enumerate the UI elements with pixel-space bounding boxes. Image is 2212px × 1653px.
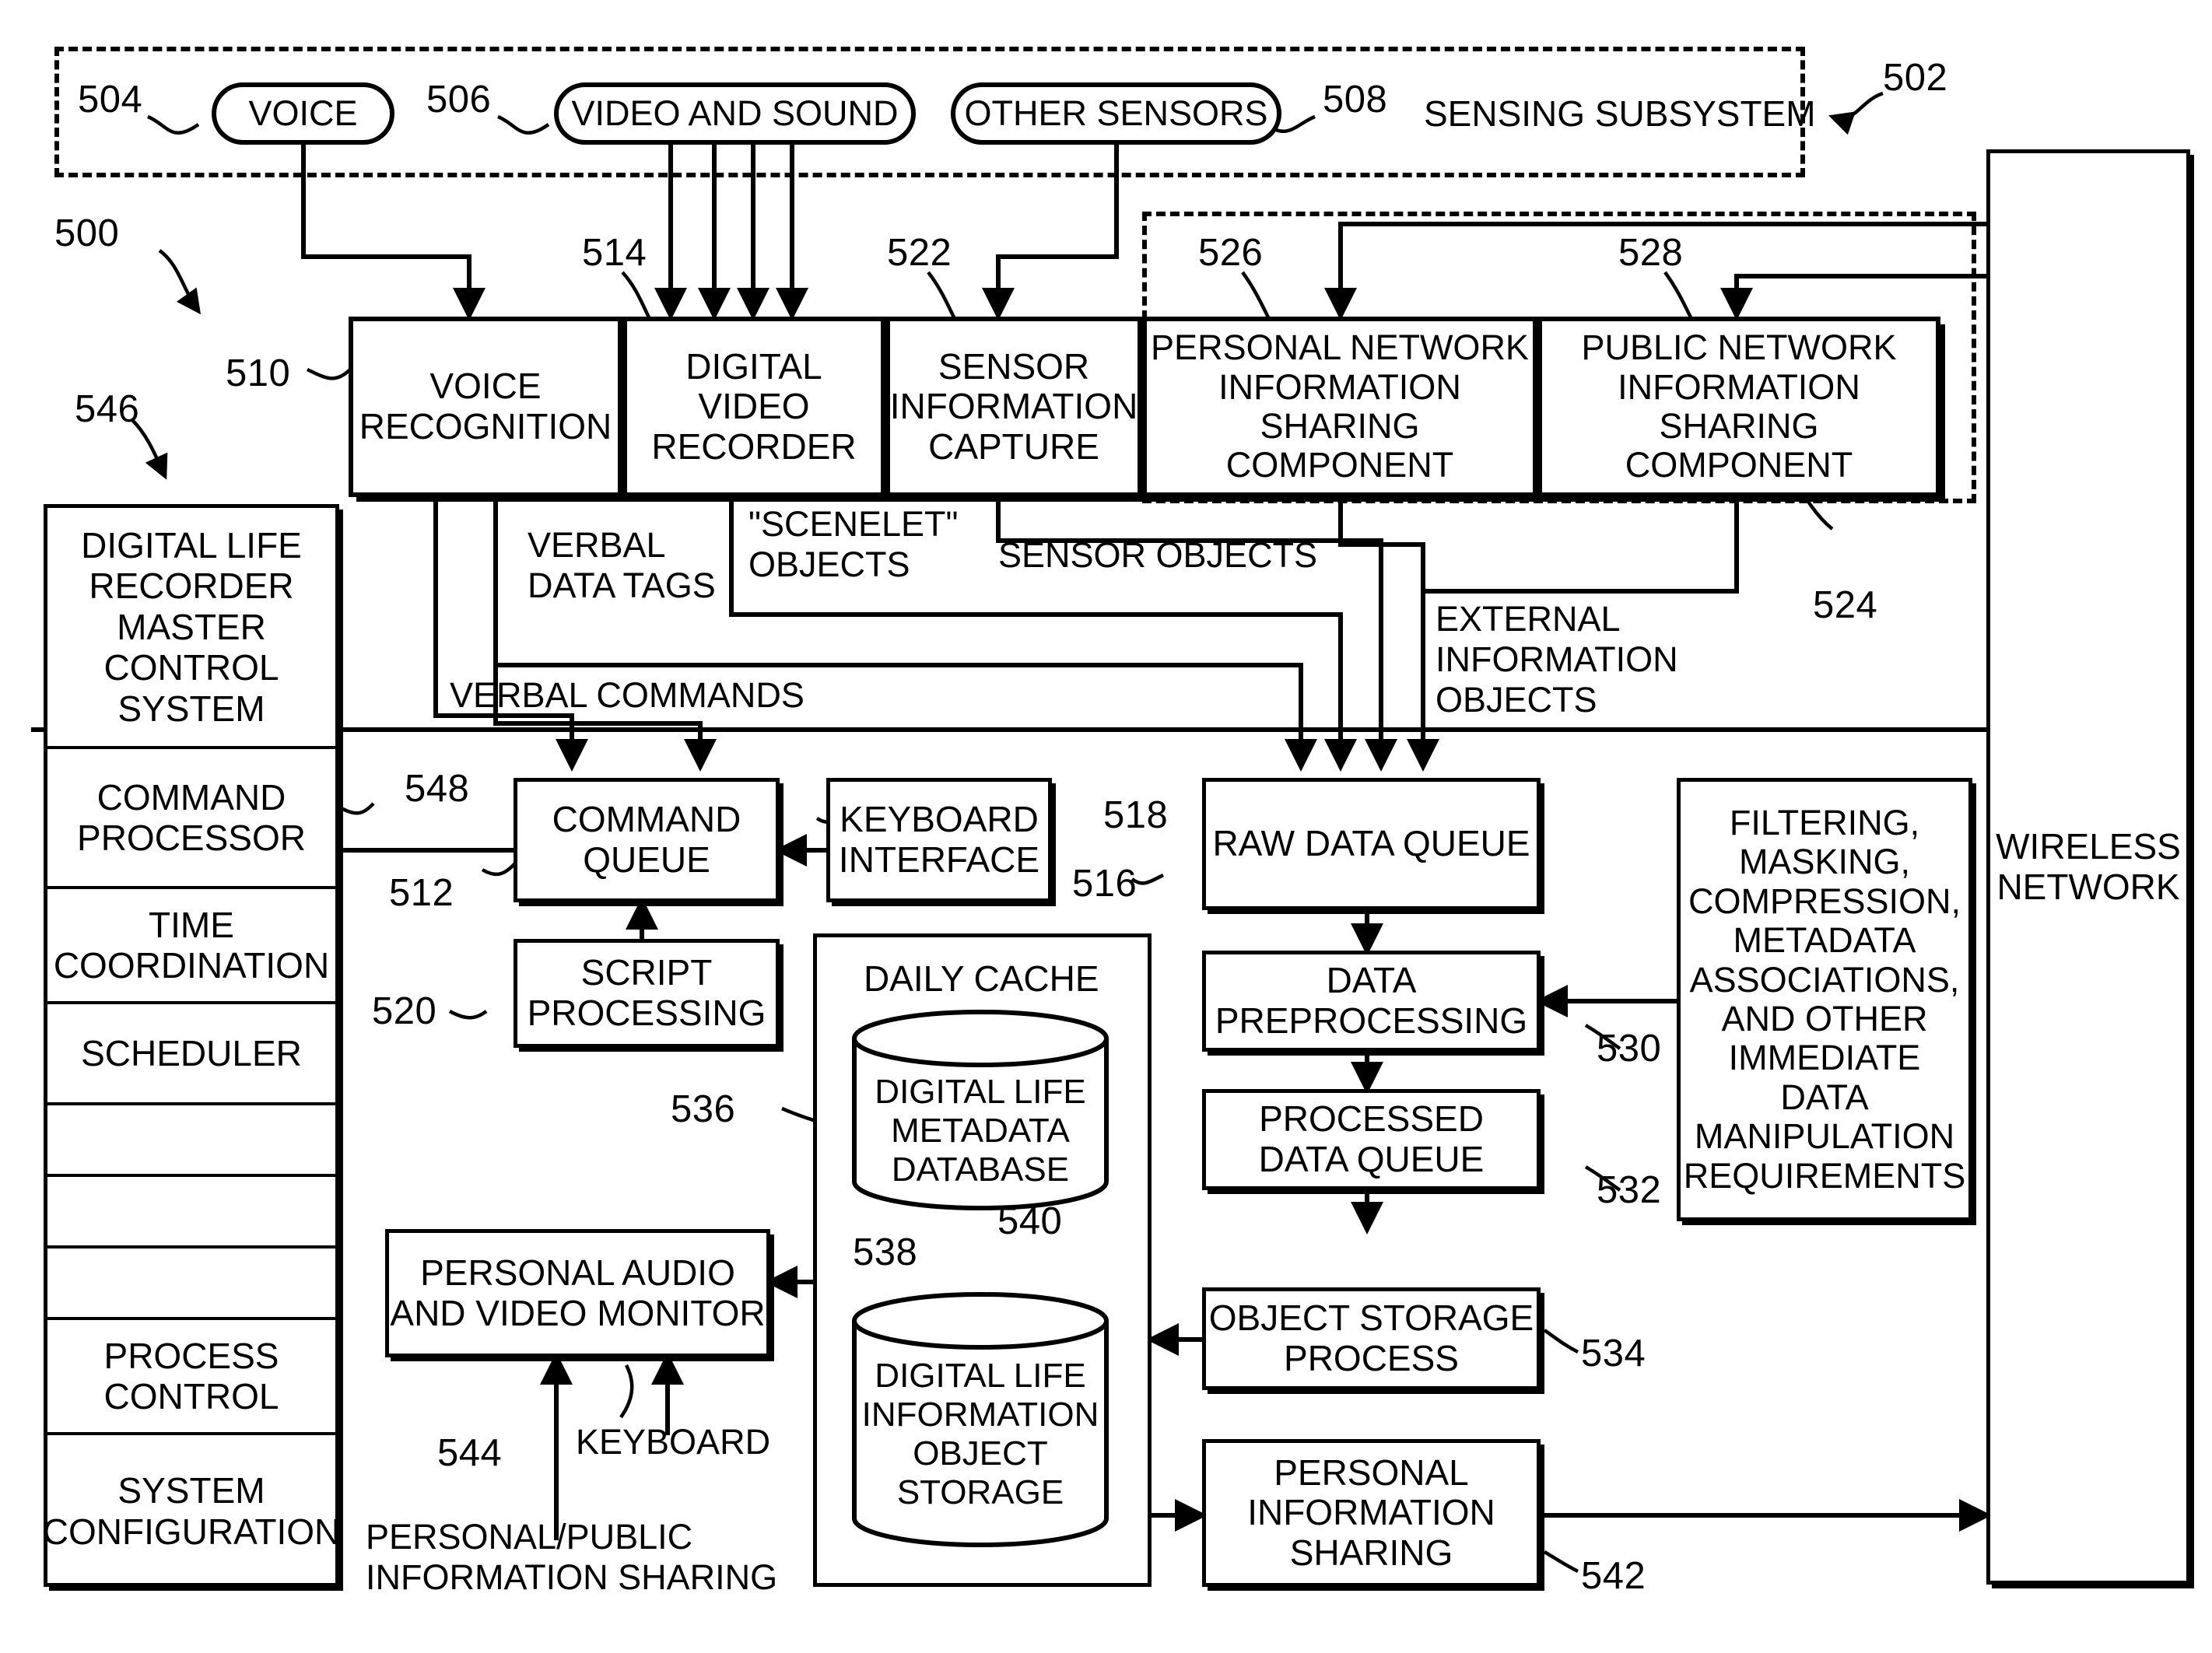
sensing-subsystem-label: SENSING SUBSYSTEM <box>1424 93 1816 134</box>
ref-526: 526 <box>1198 232 1264 274</box>
ref-508: 508 <box>1323 79 1388 121</box>
command-processor-label: COMMAND PROCESSOR <box>77 776 306 858</box>
component-personal-network-label: PERSONAL NETWORK INFORMATION SHARING COM… <box>1151 327 1529 485</box>
ref-536: 536 <box>671 1088 736 1130</box>
component-digital-video-recorder[interactable]: DIGITAL VIDEO RECORDER <box>622 317 885 497</box>
master-control-row-system-configuration[interactable]: SYSTEM CONFIGURATION <box>43 1435 340 1587</box>
object-storage-label: DIGITAL LIFE INFORMATION OBJECT STORAGE <box>861 1357 1099 1512</box>
ref-542: 542 <box>1581 1555 1646 1597</box>
component-sensor-information-capture-label: SENSOR INFORMATION CAPTURE <box>889 345 1138 467</box>
metadata-database-label: DIGITAL LIFE METADATA DATABASE <box>875 1073 1086 1189</box>
scheduler-label: SCHEDULER <box>81 1032 302 1073</box>
patent-figure: VOICE VIDEO AND SOUND OTHER SENSORS SENS… <box>0 0 2212 1653</box>
label-sensor-objects: SENSOR OBJECTS <box>998 535 1318 575</box>
script-processing-box[interactable]: SCRIPT PROCESSING <box>514 939 780 1048</box>
component-voice-recognition[interactable]: VOICE RECOGNITION <box>349 317 622 497</box>
component-public-network-label: PUBLIC NETWORK INFORMATION SHARING COMPO… <box>1581 327 1897 485</box>
data-preprocessing-box[interactable]: DATA PREPROCESSING <box>1202 951 1541 1052</box>
personal-information-sharing-box[interactable]: PERSONAL INFORMATION SHARING <box>1202 1439 1541 1587</box>
label-personal-public-information-sharing: PERSONAL/PUBLIC INFORMATION SHARING <box>366 1517 778 1598</box>
label-verbal-data-tags: VERBAL DATA TAGS <box>528 525 716 606</box>
ref-538: 538 <box>853 1231 918 1273</box>
sensor-voice-label: VOICE <box>248 93 358 133</box>
personal-audio-video-monitor-box[interactable]: PERSONAL AUDIO AND VIDEO MONITOR <box>385 1229 770 1357</box>
ref-528: 528 <box>1618 232 1684 274</box>
component-personal-network-information-sharing[interactable]: PERSONAL NETWORK INFORMATION SHARING COM… <box>1142 317 1537 497</box>
script-processing-label: SCRIPT PROCESSING <box>527 952 766 1033</box>
ref-540: 540 <box>997 1200 1063 1242</box>
raw-data-queue-box[interactable]: RAW DATA QUEUE <box>1202 778 1541 910</box>
ref-500: 500 <box>54 212 120 254</box>
processed-data-queue-box[interactable]: PROCESSED DATA QUEUE <box>1202 1089 1541 1190</box>
component-public-network-information-sharing[interactable]: PUBLIC NETWORK INFORMATION SHARING COMPO… <box>1537 317 1940 497</box>
object-storage-process-label: OBJECT STORAGE PROCESS <box>1208 1298 1534 1378</box>
time-coordination-label: TIME COORDINATION <box>53 904 330 986</box>
command-queue-label: COMMAND QUEUE <box>552 799 741 880</box>
ref-510: 510 <box>226 352 291 394</box>
ref-522: 522 <box>887 232 952 274</box>
master-control-row-command-processor[interactable]: COMMAND PROCESSOR <box>47 749 335 889</box>
master-control-row-empty-3[interactable] <box>47 1249 335 1320</box>
label-keyboard: KEYBOARD <box>576 1422 771 1462</box>
raw-data-queue-label: RAW DATA QUEUE <box>1212 823 1530 864</box>
ref-530: 530 <box>1597 1028 1662 1070</box>
ref-548: 548 <box>405 768 470 810</box>
ref-514: 514 <box>582 232 647 274</box>
sensor-video-and-sound[interactable]: VIDEO AND SOUND <box>554 82 916 145</box>
master-control-row-time-coordination[interactable]: TIME COORDINATION <box>47 889 335 1004</box>
component-digital-video-recorder-label: DIGITAL VIDEO RECORDER <box>651 345 857 467</box>
master-control-row-process-control[interactable]: PROCESS CONTROL <box>47 1320 335 1435</box>
requirements-note-label: FILTERING, MASKING, COMPRESSION, METADAT… <box>1683 803 1966 1196</box>
object-storage-cylinder[interactable]: DIGITAL LIFE INFORMATION OBJECT STORAGE <box>848 1291 1113 1548</box>
label-scenelet-objects: "SCENELET" OBJECTS <box>748 504 959 585</box>
ref-502: 502 <box>1883 57 1948 99</box>
ref-532: 532 <box>1597 1169 1662 1211</box>
sensor-other-sensors[interactable]: OTHER SENSORS <box>951 82 1281 145</box>
keyboard-interface-box[interactable]: KEYBOARD INTERFACE <box>826 778 1052 902</box>
wireless-network-box[interactable]: WIRELESS NETWORK <box>1986 149 2190 1585</box>
wireless-network-label: WIRELESS NETWORK <box>1996 825 2181 907</box>
data-preprocessing-label: DATA PREPROCESSING <box>1215 960 1528 1041</box>
ref-518: 518 <box>1103 794 1169 836</box>
personal-information-sharing-label: PERSONAL INFORMATION SHARING <box>1247 1452 1495 1573</box>
sensor-video-and-sound-label: VIDEO AND SOUND <box>571 93 899 133</box>
master-control-row-empty-1[interactable] <box>47 1105 335 1177</box>
process-control-label: PROCESS CONTROL <box>103 1335 279 1417</box>
object-storage-process-box[interactable]: OBJECT STORAGE PROCESS <box>1202 1287 1541 1390</box>
sensor-other-sensors-label: OTHER SENSORS <box>964 93 1268 133</box>
master-control-row-title[interactable]: DIGITAL LIFE RECORDER MASTER CONTROL SYS… <box>47 508 335 749</box>
sensor-voice[interactable]: VOICE <box>212 82 394 145</box>
ref-524: 524 <box>1813 584 1878 626</box>
label-verbal-commands: VERBAL COMMANDS <box>450 675 805 715</box>
system-configuration-label: SYSTEM CONFIGURATION <box>42 1470 341 1552</box>
master-control-stack: DIGITAL LIFE RECORDER MASTER CONTROL SYS… <box>43 504 340 1587</box>
ref-546: 546 <box>75 388 140 430</box>
component-sensor-information-capture[interactable]: SENSOR INFORMATION CAPTURE <box>885 317 1142 497</box>
ref-544: 544 <box>437 1432 503 1474</box>
personal-audio-video-monitor-label: PERSONAL AUDIO AND VIDEO MONITOR <box>390 1252 766 1333</box>
keyboard-interface-label: KEYBOARD INTERFACE <box>838 799 1040 880</box>
daily-cache-title: DAILY CACHE <box>864 958 1099 999</box>
ref-512: 512 <box>389 872 454 914</box>
command-queue-box[interactable]: COMMAND QUEUE <box>514 778 780 902</box>
master-control-row-scheduler[interactable]: SCHEDULER <box>47 1004 335 1105</box>
master-control-row-empty-2[interactable] <box>47 1177 335 1249</box>
label-external-information-objects: EXTERNAL INFORMATION OBJECTS <box>1436 599 1678 720</box>
master-control-title-label: DIGITAL LIFE RECORDER MASTER CONTROL SYS… <box>81 524 302 729</box>
requirements-note-box: FILTERING, MASKING, COMPRESSION, METADAT… <box>1677 778 1972 1221</box>
ref-534: 534 <box>1581 1333 1646 1375</box>
ref-516: 516 <box>1072 863 1138 905</box>
ref-520: 520 <box>372 990 437 1032</box>
ref-506: 506 <box>426 79 492 121</box>
ref-504: 504 <box>78 79 143 121</box>
processed-data-queue-label: PROCESSED DATA QUEUE <box>1258 1098 1485 1179</box>
component-voice-recognition-label: VOICE RECOGNITION <box>359 366 612 447</box>
metadata-database-cylinder[interactable]: DIGITAL LIFE METADATA DATABASE <box>848 1009 1113 1211</box>
